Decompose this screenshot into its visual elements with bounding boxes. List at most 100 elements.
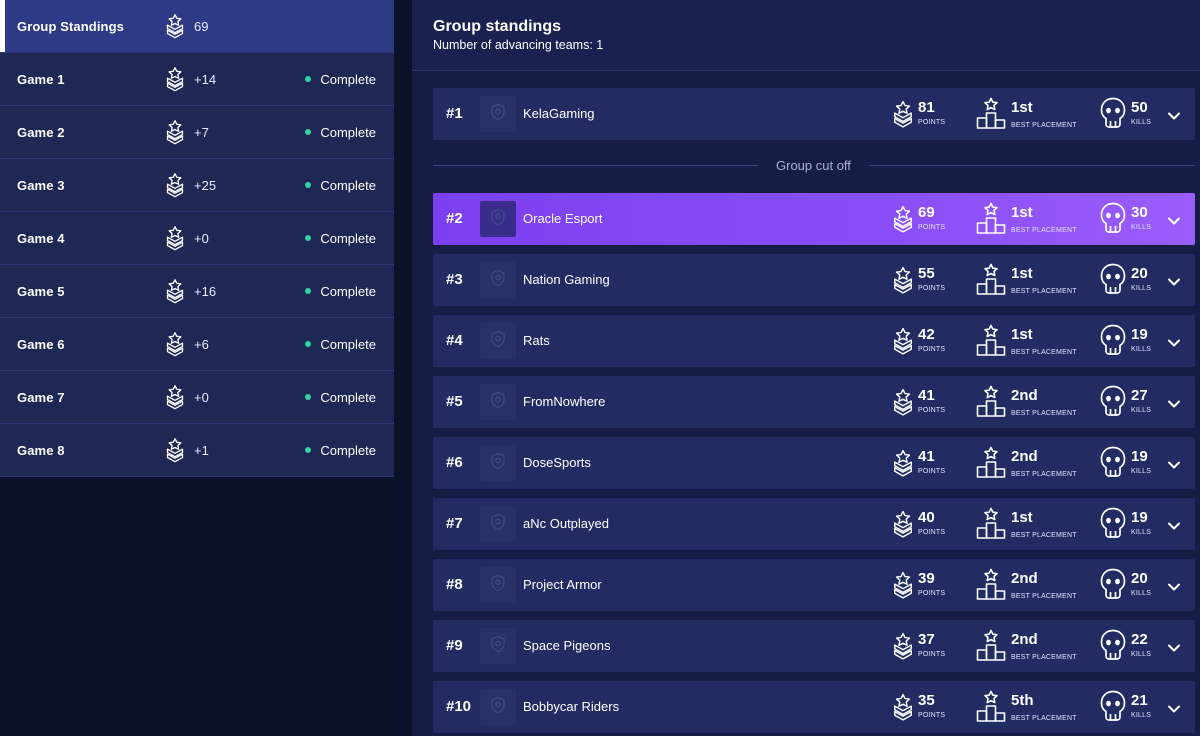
team-rank: #7 <box>446 515 463 532</box>
chevron-down-icon[interactable] <box>1167 518 1181 530</box>
podium-icon <box>976 507 1006 544</box>
team-row[interactable]: #3 Nation Gaming 55 POINTS 1st BEST PLACEM… <box>433 254 1195 306</box>
team-logo <box>480 384 516 420</box>
points-icon <box>892 691 914 728</box>
points-label: POINTS <box>918 468 946 475</box>
chevron-down-icon[interactable] <box>1167 108 1181 120</box>
best-placement-label: BEST PLACEMENT <box>1011 227 1077 234</box>
sidebar-item-label: Game 6 <box>17 336 65 352</box>
points-value: 40 <box>918 509 935 526</box>
team-row[interactable]: #5 FromNowhere 41 POINTS 2nd BEST PLACEMEN… <box>433 376 1195 428</box>
sidebar-item-label: Game 1 <box>17 71 65 87</box>
team-row[interactable]: #7 aNc Outplayed 40 POINTS 1st BEST PLACEM… <box>433 498 1195 550</box>
game-status: Complete <box>305 178 376 193</box>
chevron-down-icon[interactable] <box>1167 396 1181 408</box>
kills-value: 27 <box>1131 387 1148 404</box>
points-label: POINTS <box>918 529 946 536</box>
skull-icon <box>1100 568 1126 605</box>
sidebar-item-game-3[interactable]: Game 3 +25 Complete <box>0 159 394 212</box>
sidebar-item-game-5[interactable]: Game 5 +16 Complete <box>0 265 394 318</box>
sidebar-item-label: Game 7 <box>17 389 65 405</box>
sidebar-item-game-6[interactable]: Game 6 +6 Complete <box>0 318 394 371</box>
team-logo <box>480 201 516 237</box>
best-placement-value: 2nd <box>1011 448 1038 465</box>
best-placement-label: BEST PLACEMENT <box>1011 122 1077 129</box>
status-text: Complete <box>320 230 376 246</box>
sidebar-item-game-4[interactable]: Game 4 +0 Complete <box>0 212 394 265</box>
chevron-down-icon[interactable] <box>1167 640 1181 652</box>
best-placement-value: 1st <box>1011 326 1033 343</box>
points-icon <box>892 447 914 484</box>
best-placement-value: 1st <box>1011 509 1033 526</box>
chevron-down-icon[interactable] <box>1167 457 1181 469</box>
team-row[interactable]: #2 Oracle Esport 69 POINTS 1st BEST PLACEM… <box>433 193 1195 245</box>
shield-icon <box>490 574 506 597</box>
status-text: Complete <box>320 336 376 352</box>
sidebar-item-game-7[interactable]: Game 7 +0 Complete <box>0 371 394 424</box>
team-logo <box>480 96 516 132</box>
sidebar-item-game-8[interactable]: Game 8 +1 Complete <box>0 424 394 477</box>
points-value: 37 <box>918 631 935 648</box>
kills-label: KILLS <box>1131 285 1152 292</box>
best-placement-value: 1st <box>1011 265 1033 282</box>
rank-chevron-icon <box>165 331 185 357</box>
skull-icon <box>1100 202 1126 239</box>
team-row[interactable]: #4 Rats 42 POINTS 1st BEST PLACEMENT 19 KIL… <box>433 315 1195 367</box>
team-row[interactable]: #9 Space Pigeons 37 POINTS 2nd BEST PLACEM… <box>433 620 1195 672</box>
game-status: Complete <box>305 231 376 246</box>
chevron-down-icon[interactable] <box>1167 579 1181 591</box>
team-row[interactable]: #6 DoseSports 41 POINTS 2nd BEST PLACEMENT… <box>433 437 1195 489</box>
status-text: Complete <box>320 177 376 193</box>
chevron-down-icon[interactable] <box>1167 213 1181 225</box>
sidebar-item-group-standings[interactable]: Group Standings 69 <box>0 0 394 53</box>
points-icon <box>892 325 914 362</box>
podium-icon <box>976 263 1006 300</box>
points-icon <box>892 508 914 545</box>
shield-icon <box>490 208 506 231</box>
team-row[interactable]: #10 Bobbycar Riders 35 POINTS 5th BEST PLA… <box>433 681 1195 733</box>
podium-icon <box>976 324 1006 361</box>
podium-icon <box>976 385 1006 422</box>
team-rank: #5 <box>446 393 463 410</box>
team-logo <box>480 323 516 359</box>
team-list: #1 KelaGaming 81 POINTS 1st BEST PLACEMENT… <box>433 88 1195 736</box>
points-icon <box>892 386 914 423</box>
team-rank: #8 <box>446 576 463 593</box>
best-placement-label: BEST PLACEMENT <box>1011 532 1077 539</box>
chevron-down-icon[interactable] <box>1167 701 1181 713</box>
podium-icon <box>976 202 1006 239</box>
chevron-down-icon[interactable] <box>1167 274 1181 286</box>
rank-chevron-icon <box>165 172 185 198</box>
points-label: POINTS <box>918 119 946 126</box>
team-row[interactable]: #8 Project Armor 39 POINTS 2nd BEST PLACEM… <box>433 559 1195 611</box>
team-row[interactable]: #1 KelaGaming 81 POINTS 1st BEST PLACEMENT… <box>433 88 1195 140</box>
kills-label: KILLS <box>1131 119 1152 126</box>
sidebar-item-label: Game 3 <box>17 177 65 193</box>
points-label: POINTS <box>918 346 946 353</box>
sidebar-item-game-2[interactable]: Game 2 +7 Complete <box>0 106 394 159</box>
kills-label: KILLS <box>1131 529 1152 536</box>
kills-value: 19 <box>1131 448 1148 465</box>
sidebar-item-label: Game 5 <box>17 283 65 299</box>
best-placement-label: BEST PLACEMENT <box>1011 410 1077 417</box>
podium-icon <box>976 690 1006 727</box>
chevron-down-icon[interactable] <box>1167 335 1181 347</box>
shield-icon <box>490 696 506 719</box>
points-label: POINTS <box>918 224 946 231</box>
rank-chevron-icon <box>165 119 185 145</box>
sidebar-item-game-1[interactable]: Game 1 +14 Complete <box>0 53 394 106</box>
team-logo <box>480 445 516 481</box>
status-dot-icon <box>305 76 312 82</box>
status-text: Complete <box>320 283 376 299</box>
status-text: Complete <box>320 442 376 458</box>
best-placement-label: BEST PLACEMENT <box>1011 715 1077 722</box>
skull-icon <box>1100 629 1126 666</box>
points-label: POINTS <box>918 712 946 719</box>
team-name: DoseSports <box>523 455 591 470</box>
points-label: POINTS <box>918 285 946 292</box>
podium-icon <box>976 629 1006 666</box>
team-name: Nation Gaming <box>523 272 610 287</box>
team-name: Rats <box>523 333 550 348</box>
game-status: Complete <box>305 337 376 352</box>
team-name: aNc Outplayed <box>523 516 609 531</box>
